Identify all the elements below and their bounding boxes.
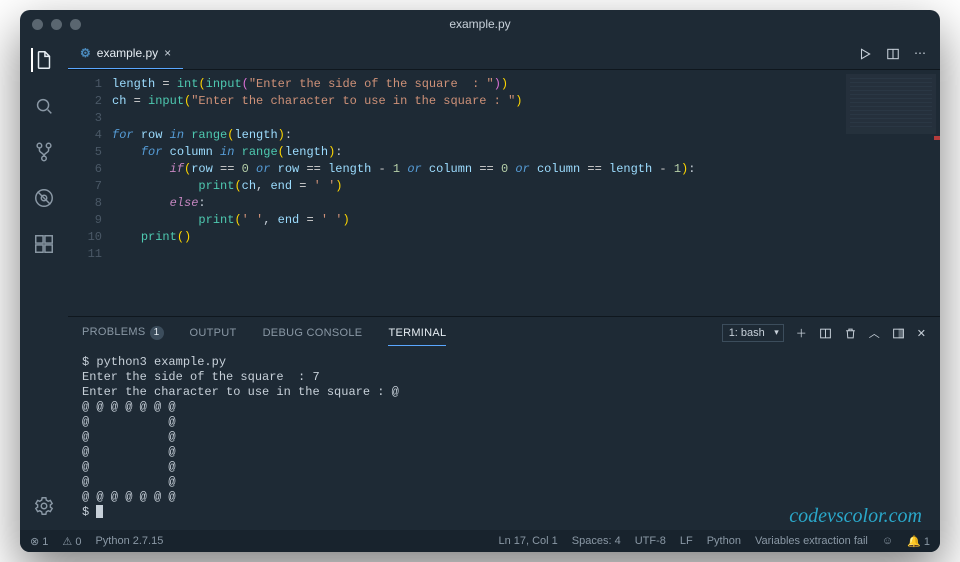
panel-tab-debug-console[interactable]: DEBUG CONSOLE — [263, 327, 363, 339]
terminal-selector[interactable]: 1: bash — [722, 324, 784, 342]
python-file-icon: ⚙ — [80, 46, 91, 60]
bottom-panel: PROBLEMS1 OUTPUT DEBUG CONSOLE TERMINAL … — [68, 316, 940, 530]
split-editor-icon[interactable] — [886, 47, 900, 61]
code-editor[interactable]: 1 2 3 4 5 6 7 8 9 10 11 length = int(inp… — [68, 70, 940, 316]
extensions-icon[interactable] — [32, 232, 56, 256]
window-title: example.py — [20, 17, 940, 31]
explorer-icon[interactable] — [31, 48, 55, 72]
overview-ruler-error — [934, 136, 940, 140]
status-feedback-icon[interactable]: ☺ — [882, 535, 893, 547]
close-panel-icon[interactable]: ✕ — [917, 327, 926, 340]
source-control-icon[interactable] — [32, 140, 56, 164]
debug-icon[interactable] — [32, 186, 56, 210]
kill-terminal-icon[interactable] — [844, 327, 857, 340]
panel-tab-output[interactable]: OUTPUT — [190, 327, 237, 339]
titlebar: example.py — [20, 10, 940, 38]
line-gutter: 1 2 3 4 5 6 7 8 9 10 11 — [68, 76, 112, 312]
tab-label: example.py — [97, 46, 158, 60]
minimap[interactable] — [846, 74, 936, 134]
status-eol[interactable]: LF — [680, 535, 693, 547]
panel-tab-terminal[interactable]: TERMINAL — [388, 327, 446, 346]
editor-column: ⚙ example.py × ⋯ 1 2 3 4 — [68, 38, 940, 530]
status-python-version[interactable]: Python 2.7.15 — [95, 535, 163, 547]
code-content[interactable]: length = int(input("Enter the side of th… — [112, 76, 940, 312]
terminal-cursor — [96, 505, 103, 518]
panel-actions: 1: bash ＋ ︿ ✕ — [722, 324, 926, 342]
activity-bar — [20, 38, 68, 530]
status-notifications-icon[interactable]: 🔔 1 — [907, 535, 930, 548]
panel-tab-problems[interactable]: PROBLEMS1 — [82, 326, 164, 340]
tab-example-py[interactable]: ⚙ example.py × — [68, 38, 183, 69]
panel-tab-bar: PROBLEMS1 OUTPUT DEBUG CONSOLE TERMINAL … — [68, 317, 940, 349]
editor-actions: ⋯ — [858, 38, 940, 69]
toggle-panel-icon[interactable] — [892, 327, 905, 340]
search-icon[interactable] — [32, 94, 56, 118]
status-indent[interactable]: Spaces: 4 — [572, 535, 621, 547]
settings-gear-icon[interactable] — [32, 494, 56, 518]
more-actions-icon[interactable]: ⋯ — [914, 46, 926, 61]
tab-bar: ⚙ example.py × ⋯ — [68, 38, 940, 70]
tab-close-icon[interactable]: × — [164, 46, 171, 60]
split-terminal-icon[interactable] — [819, 327, 832, 340]
status-bar: ⊗ 1 ⚠ 0 Python 2.7.15 Ln 17, Col 1 Space… — [20, 530, 940, 552]
status-cursor-position[interactable]: Ln 17, Col 1 — [498, 535, 557, 547]
status-encoding[interactable]: UTF-8 — [635, 535, 666, 547]
run-icon[interactable] — [858, 47, 872, 61]
status-message[interactable]: Variables extraction fail — [755, 535, 868, 547]
status-language[interactable]: Python — [707, 535, 741, 547]
status-errors[interactable]: ⊗ 1 — [30, 535, 48, 548]
status-warnings[interactable]: ⚠ 0 — [62, 535, 81, 548]
main-area: ⚙ example.py × ⋯ 1 2 3 4 — [20, 38, 940, 530]
vscode-window: example.py — [20, 10, 940, 552]
new-terminal-icon[interactable]: ＋ — [796, 325, 807, 341]
watermark: codevscolor.com — [789, 509, 922, 524]
maximize-panel-icon[interactable]: ︿ — [869, 325, 880, 341]
terminal-output[interactable]: $ python3 example.py Enter the side of t… — [68, 349, 940, 530]
